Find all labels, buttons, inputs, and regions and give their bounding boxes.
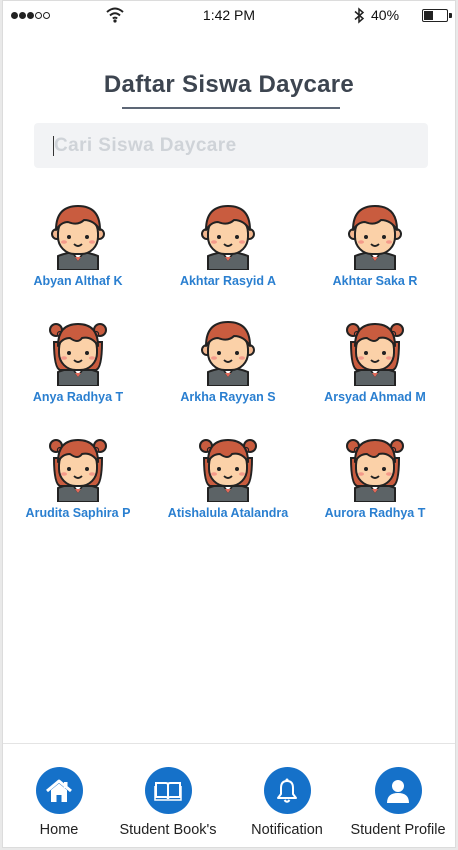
bluetooth-icon	[354, 7, 365, 24]
student-name: Akhtar Rasyid A	[179, 274, 277, 288]
boy-avatar-icon	[51, 205, 105, 270]
nav-student-books[interactable]: Student Book's	[103, 744, 233, 838]
search-box[interactable]	[34, 123, 428, 168]
girl-avatar-icon	[49, 323, 107, 386]
phone-screen: 1:42 PM 40% Daftar Siswa Daycare Abyan A…	[2, 0, 456, 848]
girl-avatar-icon	[49, 439, 107, 502]
book-icon[interactable]	[144, 767, 192, 814]
girl-avatar-icon	[346, 439, 404, 502]
student-card[interactable]: Arsyad Ahmad M	[300, 320, 450, 404]
student-card[interactable]: Akhtar Rasyid A	[153, 204, 303, 288]
page-title: Daftar Siswa Daycare	[103, 71, 355, 98]
student-card[interactable]: Aurora Radhya T	[300, 436, 450, 520]
home-icon[interactable]	[35, 767, 83, 814]
student-name: Arkha Rayyan S	[180, 390, 276, 404]
bottom-navigation: Home Student Book's Notification Student…	[3, 743, 455, 847]
girl-avatar-icon	[346, 323, 404, 386]
boy-avatar-icon	[201, 321, 255, 386]
search-input[interactable]	[54, 123, 414, 168]
student-name: Anya Radhya T	[32, 390, 124, 404]
student-card[interactable]: Atishalula Atalandra	[153, 436, 303, 520]
nav-student-profile[interactable]: Student Profile	[333, 744, 455, 838]
student-card[interactable]: Abyan Althaf K	[3, 204, 153, 288]
boy-avatar-icon	[201, 205, 255, 270]
bell-icon[interactable]	[263, 767, 311, 814]
battery-percent: 40%	[371, 7, 400, 23]
user-icon[interactable]	[374, 767, 422, 814]
student-name: Akhtar Saka R	[332, 274, 418, 288]
student-card[interactable]: Akhtar Saka R	[300, 204, 450, 288]
student-card[interactable]: Arkha Rayyan S	[153, 320, 303, 404]
girl-avatar-icon	[199, 439, 257, 502]
boy-avatar-icon	[348, 205, 402, 270]
status-bar: 1:42 PM 40%	[3, 1, 455, 31]
battery-icon	[422, 9, 448, 22]
nav-student-profile-label: Student Profile	[350, 822, 446, 838]
student-card[interactable]: Anya Radhya T	[3, 320, 153, 404]
student-name: Arsyad Ahmad M	[324, 390, 426, 404]
title-underline	[122, 107, 340, 109]
student-card[interactable]: Arudita Saphira P	[3, 436, 153, 520]
student-name: Atishalula Atalandra	[167, 506, 289, 520]
student-name: Aurora Radhya T	[324, 506, 426, 520]
nav-student-books-label: Student Book's	[119, 822, 217, 838]
student-name: Abyan Althaf K	[33, 274, 123, 288]
student-name: Arudita Saphira P	[25, 506, 131, 520]
